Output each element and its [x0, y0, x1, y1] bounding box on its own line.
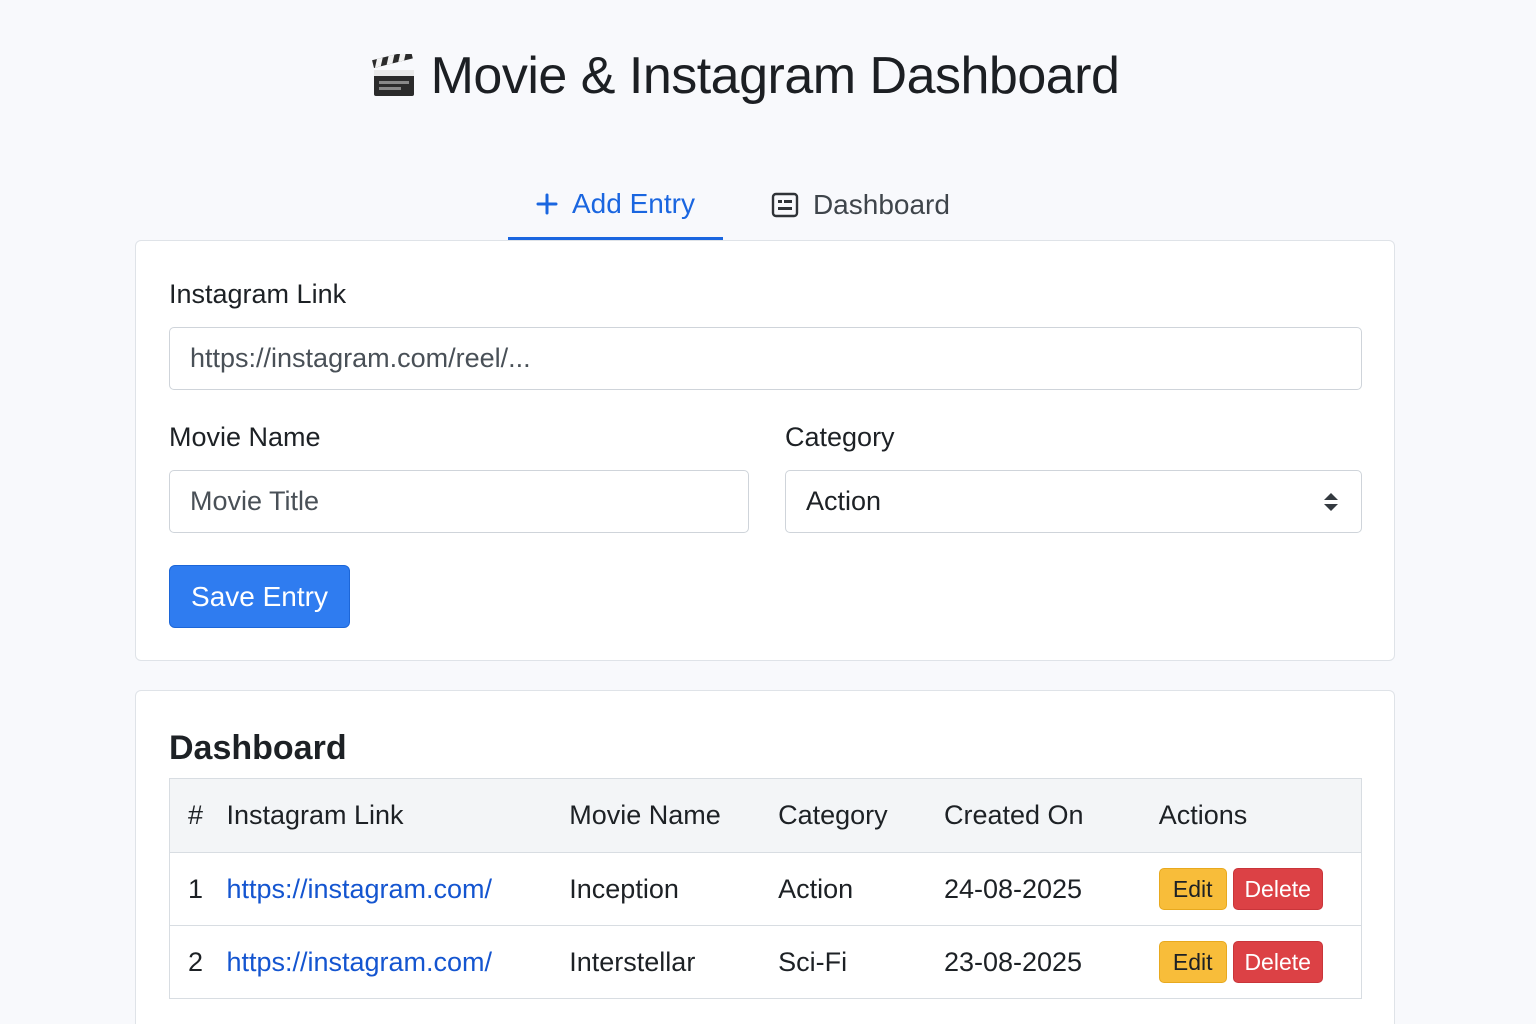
movie-name-input[interactable]: Movie Title	[169, 470, 749, 533]
page-title: Movie & Instagram Dashboard	[0, 46, 1490, 106]
select-updown-icon	[1324, 493, 1338, 511]
instagram-link-placeholder: https://instagram.com/reel/...	[190, 343, 531, 373]
row-actions: Edit Delete	[1158, 852, 1362, 926]
delete-button[interactable]: Delete	[1232, 941, 1323, 983]
table-row: 2 https://instagram.com/ Interstellar Sc…	[169, 925, 1362, 999]
row-actions: Edit Delete	[1158, 925, 1362, 999]
row-instagram-link[interactable]: https://instagram.com/	[226, 874, 492, 904]
category-select[interactable]: Action	[785, 470, 1362, 533]
save-entry-button[interactable]: Save Entry	[169, 565, 350, 628]
row-created-on: 24-08-2025	[943, 852, 1159, 926]
column-header-instagram-link: Instagram Link	[226, 778, 570, 853]
column-header-number: #	[169, 778, 227, 853]
row-instagram-cell: https://instagram.com/	[226, 925, 570, 999]
table-header-row: # Instagram Link Movie Name Category Cre…	[169, 778, 1362, 853]
edit-button[interactable]: Edit	[1158, 941, 1227, 983]
row-number: 1	[169, 852, 227, 926]
page-title-text: Movie & Instagram Dashboard	[430, 47, 1120, 105]
entries-table: # Instagram Link Movie Name Category Cre…	[169, 778, 1362, 999]
tab-bar: Add Entry Dashboard	[508, 170, 978, 240]
dashboard-card: Dashboard # Instagram Link Movie Name Ca…	[135, 690, 1395, 1024]
edit-button[interactable]: Edit	[1158, 868, 1227, 910]
column-header-actions: Actions	[1158, 778, 1362, 853]
movie-name-placeholder: Movie Title	[190, 486, 320, 516]
clapperboard-icon	[371, 54, 414, 96]
row-created-on: 23-08-2025	[943, 925, 1159, 999]
add-entry-form: Instagram Link https://instagram.com/ree…	[135, 240, 1395, 661]
delete-button[interactable]: Delete	[1232, 868, 1323, 910]
plus-icon	[536, 193, 558, 215]
row-movie-name: Interstellar	[569, 925, 779, 999]
instagram-link-input[interactable]: https://instagram.com/reel/...	[169, 327, 1362, 390]
column-header-movie-name: Movie Name	[569, 778, 779, 853]
dashboard-heading: Dashboard	[169, 729, 347, 767]
row-number: 2	[169, 925, 227, 999]
table-row: 1 https://instagram.com/ Inception Actio…	[169, 852, 1362, 926]
tab-add-entry[interactable]: Add Entry	[508, 170, 723, 240]
row-instagram-cell: https://instagram.com/	[226, 852, 570, 926]
tab-dashboard[interactable]: Dashboard	[723, 170, 978, 240]
column-header-created-on: Created On	[943, 778, 1159, 853]
column-header-category: Category	[778, 778, 944, 853]
tab-add-entry-label: Add Entry	[572, 187, 695, 219]
row-movie-name: Inception	[569, 852, 779, 926]
movie-name-label: Movie Name	[169, 422, 321, 452]
instagram-link-label: Instagram Link	[169, 279, 347, 309]
row-instagram-link[interactable]: https://instagram.com/	[226, 947, 492, 977]
category-selected-value: Action	[806, 486, 882, 516]
dashboard-list-icon	[771, 192, 799, 218]
category-label: Category	[785, 422, 895, 452]
row-category: Sci-Fi	[778, 925, 944, 999]
tab-dashboard-label: Dashboard	[812, 189, 950, 220]
row-category: Action	[778, 852, 944, 926]
